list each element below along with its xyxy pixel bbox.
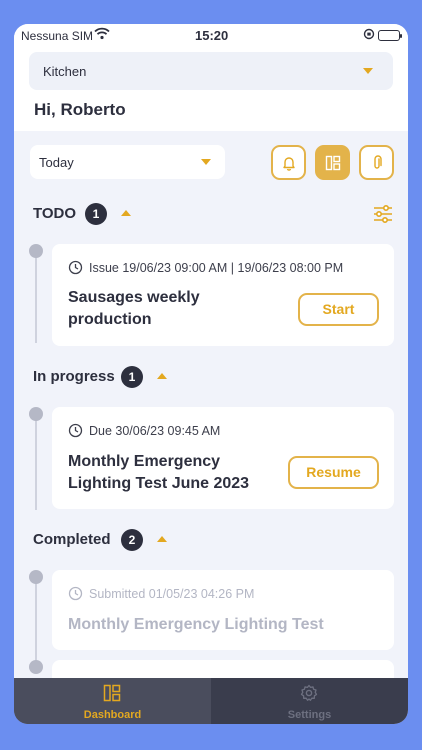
wifi-icon	[94, 27, 110, 40]
task-title-line: Monthly Emergency	[68, 453, 221, 470]
gear-icon	[300, 684, 318, 701]
chevron-down-icon	[201, 159, 211, 165]
tab-dashboard-label: Dashboard	[83, 709, 142, 721]
orientation-lock-icon	[363, 28, 375, 40]
task-card-in-progress[interactable]: Due 30/06/23 09:45 AM Monthly Emergency …	[52, 407, 394, 509]
tab-settings-label: Settings	[287, 709, 332, 721]
period-select-value: Today	[39, 155, 74, 170]
chevron-up-icon[interactable]	[157, 373, 167, 379]
dashboard-icon	[103, 684, 121, 702]
completed-count-badge: 2	[121, 529, 143, 551]
todo-count-badge: 1	[85, 203, 107, 225]
chevron-up-icon[interactable]	[157, 536, 167, 542]
timeline-line	[35, 414, 37, 510]
task-title-line: production	[68, 311, 152, 328]
task-title-line: Sausages weekly	[68, 289, 200, 306]
timeline-line	[35, 577, 37, 669]
task-meta-text: Issue 19/06/23 09:00 AM | 19/06/23 08:00…	[89, 261, 344, 275]
chevron-down-icon	[363, 68, 373, 74]
tab-dashboard[interactable]: Dashboard	[14, 678, 211, 724]
timeline-line	[35, 251, 37, 343]
bell-icon	[283, 157, 295, 171]
task-meta-text: Due 30/06/23 09:45 AM	[89, 424, 221, 438]
resume-button[interactable]: Resume	[288, 456, 379, 489]
carrier-label: Nessuna SIM	[21, 29, 94, 43]
task-card-todo[interactable]: Issue 19/06/23 09:00 AM | 19/06/23 08:00…	[52, 244, 394, 346]
task-meta-text: Submitted 01/05/23 04:26 PM	[89, 587, 255, 601]
start-button[interactable]: Start	[298, 293, 379, 326]
clock-icon	[68, 423, 83, 438]
timeline-dot	[29, 660, 43, 674]
app-screen: Nessuna SIM 15:20 Kitchen Hi, Roberto To…	[14, 24, 408, 724]
greeting: Hi, Roberto	[34, 100, 126, 119]
in-progress-section-title: In progress	[33, 368, 115, 385]
battery-icon	[378, 30, 402, 41]
timeline-dot	[29, 570, 43, 584]
location-select[interactable]: Kitchen	[29, 52, 393, 90]
timeline-dot	[29, 407, 43, 421]
todo-section-title: TODO	[33, 205, 77, 222]
top-bar: Nessuna SIM 15:20 Kitchen Hi, Roberto	[14, 24, 408, 131]
clock: 15:20	[195, 28, 229, 43]
attachments-button[interactable]	[359, 145, 394, 180]
timeline-dot	[29, 244, 43, 258]
task-card-completed[interactable]: Submitted 01/05/23 04:26 PM Monthly Emer…	[52, 570, 394, 650]
period-select[interactable]: Today	[30, 145, 225, 179]
location-select-value: Kitchen	[43, 64, 87, 79]
chevron-up-icon[interactable]	[121, 210, 131, 216]
task-title-line: Lighting Test June 2023	[68, 475, 250, 492]
tab-settings[interactable]: Settings	[211, 678, 408, 724]
task-title: Sausages weekly production	[68, 287, 200, 331]
clock-icon	[68, 586, 83, 601]
dashboard-view-button[interactable]	[315, 145, 350, 180]
clock-icon	[68, 260, 83, 275]
dashboard-icon	[325, 155, 341, 171]
completed-section-title: Completed	[33, 531, 111, 548]
task-title: Monthly Emergency Lighting Test	[68, 616, 324, 633]
notifications-button[interactable]	[271, 145, 306, 180]
status-bar: Nessuna SIM 15:20	[14, 24, 408, 48]
task-title: Monthly Emergency Lighting Test June 202…	[68, 451, 249, 495]
tab-bar: Dashboard Settings	[14, 678, 408, 724]
attachment-icon	[374, 155, 382, 169]
filter-icon[interactable]	[373, 205, 393, 223]
in-progress-count-badge: 1	[121, 366, 143, 388]
